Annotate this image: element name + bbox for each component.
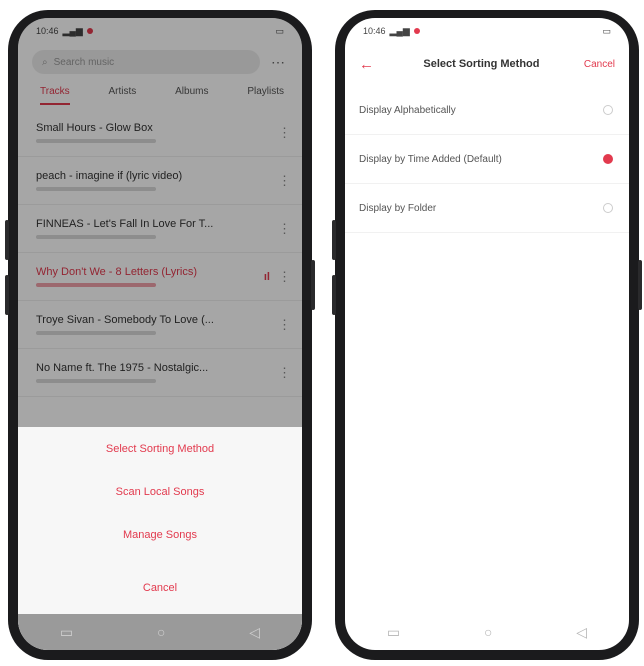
cancel-button[interactable]: Cancel: [18, 566, 302, 610]
power-button: [311, 260, 315, 310]
status-bar: 10:46 ▂▄▆ ▭: [345, 18, 629, 44]
back-arrow-icon[interactable]: ←: [359, 56, 379, 73]
sorting-method-screen: 10:46 ▂▄▆ ▭ ← Select Sorting Method Cance…: [345, 18, 629, 650]
option-time-added[interactable]: Display by Time Added (Default): [345, 135, 629, 184]
option-label: Display Alphabetically: [359, 104, 456, 116]
select-sorting-method-button[interactable]: Select Sorting Method: [18, 427, 302, 470]
signal-icon: ▂▄▆: [389, 25, 410, 36]
notification-icon: [413, 28, 420, 34]
volume-button: [5, 220, 9, 260]
radio-icon[interactable]: [603, 105, 613, 115]
status-time: 10:46: [363, 26, 386, 36]
power-button: [638, 260, 642, 310]
home-icon[interactable]: ○: [484, 624, 492, 640]
music-library-screen: 10:46 ▂▄▆ ▭ ⌕ Search music ⋯ Tracks Artis…: [18, 18, 302, 650]
navigation-bar: ▭ ○ ◁: [18, 614, 302, 650]
option-label: Display by Folder: [359, 202, 437, 214]
recents-icon[interactable]: ▭: [60, 624, 73, 641]
battery-icon: ▭: [602, 25, 611, 36]
cancel-button[interactable]: Cancel: [584, 59, 615, 70]
radio-icon[interactable]: [603, 203, 613, 213]
option-folder[interactable]: Display by Folder: [345, 184, 629, 233]
home-icon[interactable]: ○: [157, 624, 165, 640]
recents-icon[interactable]: ▭: [387, 624, 400, 641]
option-alphabetical[interactable]: Display Alphabetically: [345, 86, 629, 135]
radio-selected-icon[interactable]: [603, 154, 613, 164]
volume-button: [332, 220, 336, 260]
back-icon[interactable]: ◁: [576, 624, 587, 641]
screen-header: ← Select Sorting Method Cancel: [345, 44, 629, 84]
sorting-options: Display Alphabetically Display by Time A…: [345, 86, 629, 233]
navigation-bar: ▭ ○ ◁: [345, 614, 629, 650]
option-label: Display by Time Added (Default): [359, 153, 502, 165]
page-title: Select Sorting Method: [423, 58, 540, 70]
scan-local-songs-button[interactable]: Scan Local Songs: [18, 470, 302, 513]
manage-songs-button[interactable]: Manage Songs: [18, 513, 302, 556]
right-phone: 10:46 ▂▄▆ ▭ ← Select Sorting Method Cance…: [332, 10, 642, 660]
volume-button: [5, 275, 9, 315]
left-phone: 10:46 ▂▄▆ ▭ ⌕ Search music ⋯ Tracks Artis…: [5, 10, 315, 660]
volume-button: [332, 275, 336, 315]
back-icon[interactable]: ◁: [249, 624, 260, 641]
